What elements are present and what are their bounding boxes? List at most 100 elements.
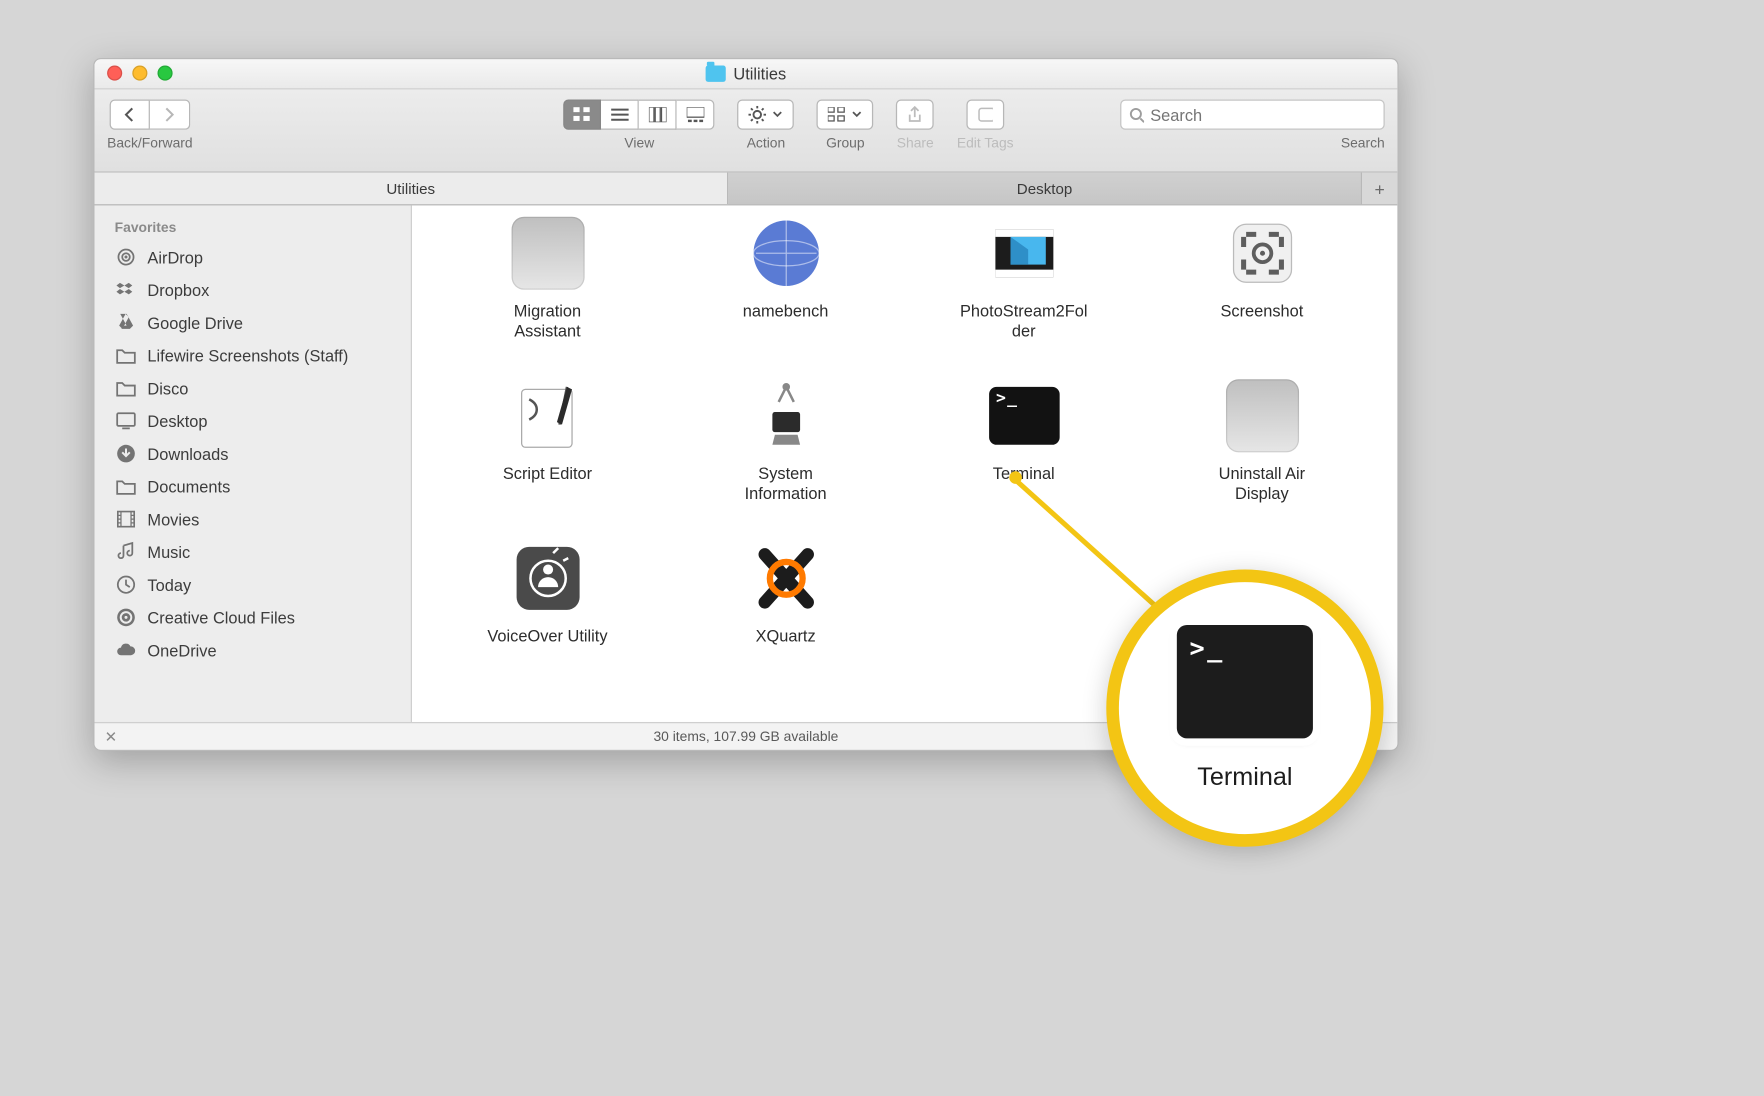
sidebar-item-label: Today (147, 575, 191, 594)
sidebar-item-label: Lifewire Screenshots (Staff) (147, 346, 348, 365)
back-forward-label: Back/Forward (107, 136, 193, 151)
sidebar-item-label: Dropbox (147, 280, 209, 299)
migration-assistant-icon (507, 213, 588, 294)
namebench-icon (745, 213, 826, 294)
app-item-migration-assistant[interactable]: MigrationAssistant (447, 213, 649, 340)
view-columns-button[interactable] (639, 100, 677, 130)
toolbar: Back/Forward View (95, 89, 1398, 172)
window-title-text: Utilities (733, 64, 786, 83)
group-button[interactable] (817, 100, 874, 130)
app-item-label: SystemInformation (745, 464, 827, 503)
edit-tags-button[interactable] (966, 100, 1004, 130)
callout-anchor-dot (1008, 470, 1023, 485)
titlebar: Utilities (95, 59, 1398, 89)
callout-caption: Terminal (1197, 763, 1292, 792)
chevron-left-icon (123, 107, 136, 122)
sidebar-item-downloads[interactable]: Downloads (95, 437, 411, 470)
search-label: Search (1341, 136, 1385, 151)
app-item-label: XQuartz (756, 627, 816, 647)
search-icon (1129, 106, 1144, 122)
sidebar-item-music[interactable]: Music (95, 536, 411, 569)
view-label: View (624, 136, 654, 151)
downloads-icon (115, 442, 138, 465)
sidebar-item-label: Desktop (147, 411, 207, 430)
app-item-voiceover-utility[interactable]: VoiceOver Utility (447, 538, 649, 646)
gear-icon (749, 106, 767, 124)
chevron-down-icon (773, 111, 783, 119)
terminal-callout: Terminal (1106, 570, 1383, 847)
back-forward-segment (110, 100, 191, 130)
action-label: Action (747, 136, 786, 151)
sidebar-item-airdrop[interactable]: AirDrop (95, 241, 411, 274)
tab-utilities[interactable]: Utilities (95, 173, 729, 205)
sidebar-item-today[interactable]: Today (95, 568, 411, 601)
app-item-screenshot[interactable]: Screenshot (1161, 213, 1363, 340)
view-segment (564, 100, 715, 130)
cc-icon (115, 606, 138, 629)
sidebar-item-label: Documents (147, 477, 230, 496)
sidebar-item-label: Google Drive (147, 313, 243, 332)
app-item-xquartz[interactable]: XQuartz (685, 538, 887, 646)
gallery-icon (687, 107, 705, 122)
app-item-label: Screenshot (1220, 301, 1303, 321)
clock-icon (115, 573, 138, 596)
tab-bar: UtilitiesDesktop + (95, 173, 1398, 206)
sidebar-item-label: Disco (147, 379, 188, 398)
sidebar-item-documents[interactable]: Documents (95, 470, 411, 503)
movies-icon (115, 508, 138, 531)
sidebar-item-google-drive[interactable]: Google Drive (95, 306, 411, 339)
sidebar-item-lifewire-screenshots-staff-[interactable]: Lifewire Screenshots (Staff) (95, 339, 411, 372)
new-tab-button[interactable]: + (1362, 173, 1397, 205)
xquartz-icon (745, 538, 826, 619)
folder-icon (115, 475, 138, 498)
window-title: Utilities (706, 64, 787, 83)
sidebar-item-label: OneDrive (147, 641, 216, 660)
script-editor-icon (507, 376, 588, 457)
tag-icon (978, 107, 993, 122)
app-item-uninstall-air-display[interactable]: Uninstall AirDisplay (1161, 376, 1363, 503)
view-list-button[interactable] (602, 100, 640, 130)
sidebar-item-dropbox[interactable]: Dropbox (95, 273, 411, 306)
action-button[interactable] (738, 100, 795, 130)
app-item-label: Script Editor (503, 464, 592, 484)
sidebar-item-creative-cloud-files[interactable]: Creative Cloud Files (95, 601, 411, 634)
tab-desktop[interactable]: Desktop (728, 173, 1362, 205)
sidebar-item-label: Music (147, 542, 190, 561)
sidebar-item-label: Creative Cloud Files (147, 608, 294, 627)
share-button[interactable] (896, 100, 934, 130)
sidebar-item-desktop[interactable]: Desktop (95, 404, 411, 437)
sidebar-item-movies[interactable]: Movies (95, 503, 411, 536)
view-icons-button[interactable] (564, 100, 602, 130)
search-input[interactable] (1150, 105, 1376, 124)
music-icon (115, 541, 138, 564)
app-item-photostream2folder[interactable]: PhotoStream2Folder (923, 213, 1125, 340)
chevron-down-icon (852, 111, 862, 119)
app-item-label: VoiceOver Utility (487, 627, 607, 647)
zoom-button[interactable] (158, 66, 173, 81)
back-button[interactable] (110, 100, 150, 130)
search-field[interactable] (1120, 100, 1385, 130)
sidebar: Favorites AirDropDropboxGoogle DriveLife… (95, 205, 413, 722)
folder-icon (115, 344, 138, 367)
share-label: Share (897, 136, 934, 151)
share-icon (908, 106, 923, 124)
app-item-namebench[interactable]: namebench (685, 213, 887, 340)
group-label: Group (826, 136, 865, 151)
app-item-system-information[interactable]: SystemInformation (685, 376, 887, 503)
list-icon (611, 107, 629, 122)
close-button[interactable] (107, 66, 122, 81)
view-gallery-button[interactable] (677, 100, 715, 130)
sidebar-item-label: Movies (147, 510, 199, 529)
sidebar-item-onedrive[interactable]: OneDrive (95, 634, 411, 667)
grid-icon (574, 107, 592, 122)
sidebar-item-disco[interactable]: Disco (95, 372, 411, 405)
system-information-icon (745, 376, 826, 457)
path-button-icon[interactable]: ✕ (105, 728, 118, 746)
forward-button[interactable] (150, 100, 190, 130)
group-icon (828, 107, 846, 122)
cloud-icon (115, 639, 138, 662)
minimize-button[interactable] (132, 66, 147, 81)
terminal-icon (983, 376, 1064, 457)
folder-icon (706, 66, 726, 82)
app-item-script-editor[interactable]: Script Editor (447, 376, 649, 503)
